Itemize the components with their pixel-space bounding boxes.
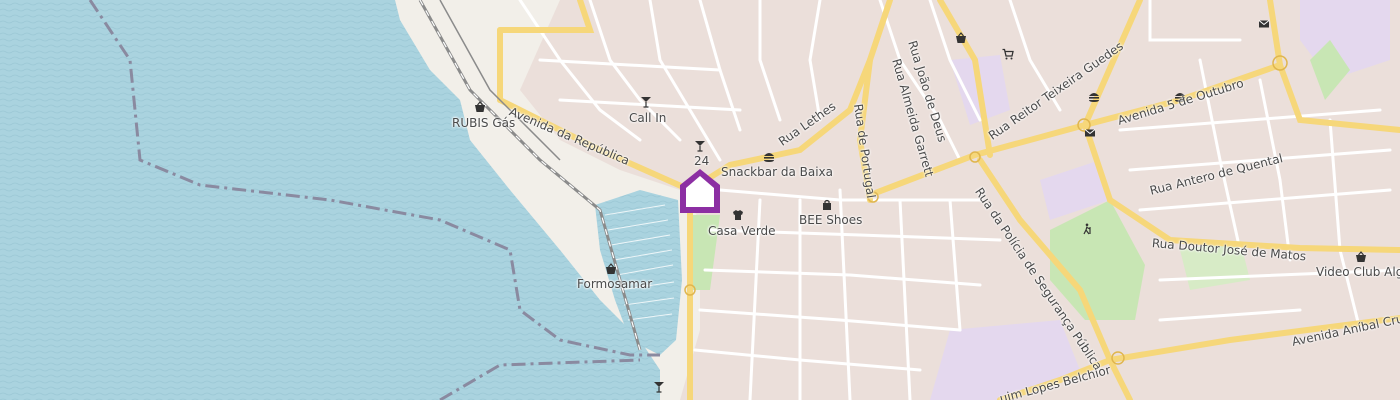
house-pin-icon[interactable]: [677, 166, 723, 216]
map-viewport[interactable]: RUBIS Gás Call In 24 Snackbar da Baixa C…: [0, 0, 1400, 400]
shopping-basket-icon[interactable]: [603, 261, 619, 277]
shopping-cart-icon[interactable]: [1000, 46, 1016, 62]
cocktail-icon[interactable]: [692, 138, 708, 154]
shopping-basket-icon[interactable]: [953, 30, 969, 46]
cocktail-icon[interactable]: [651, 379, 667, 395]
shopping-basket-icon[interactable]: [472, 99, 488, 115]
hamburger-icon[interactable]: [1086, 89, 1102, 105]
mail-icon[interactable]: [1256, 16, 1272, 32]
cocktail-icon[interactable]: [638, 94, 654, 110]
shopping-bag-icon[interactable]: [819, 197, 835, 213]
poi-label-video-club[interactable]: Video Club Alga: [1316, 265, 1400, 279]
mail-icon[interactable]: [1082, 125, 1098, 141]
poi-label-casa-verde[interactable]: Casa Verde: [708, 224, 776, 238]
poi-label-bee-shoes[interactable]: BEE Shoes: [799, 213, 862, 227]
shopping-basket-icon[interactable]: [1353, 249, 1369, 265]
tshirt-icon[interactable]: [730, 207, 746, 223]
poi-label-formosamar[interactable]: Formosamar: [577, 277, 652, 291]
poi-label-snackbar[interactable]: Snackbar da Baixa: [721, 165, 833, 179]
poi-label-call-in[interactable]: Call In: [629, 111, 666, 125]
hamburger-icon[interactable]: [761, 149, 777, 165]
poi-label-rubis[interactable]: RUBIS Gás: [452, 116, 515, 130]
hiking-icon[interactable]: [1079, 221, 1095, 237]
